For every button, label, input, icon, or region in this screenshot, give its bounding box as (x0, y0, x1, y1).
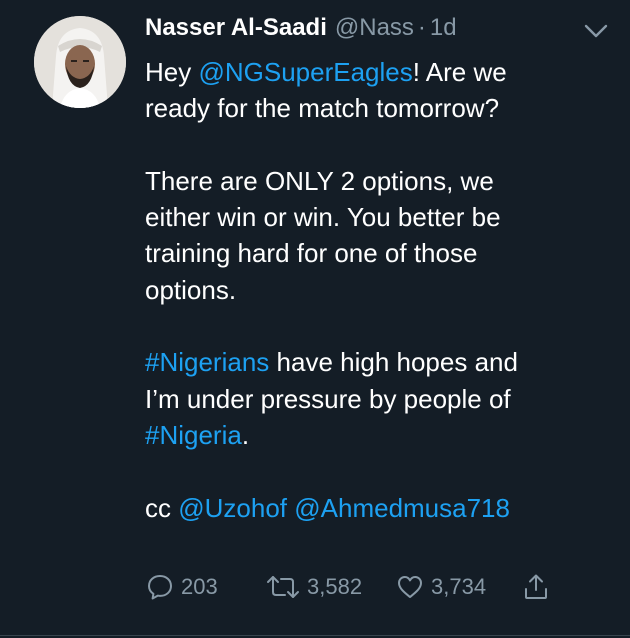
tweet-line: I’m under pressure by people of (145, 383, 511, 414)
like-icon (395, 572, 425, 602)
tweet-line: training hard for one of those (145, 238, 478, 269)
tweet-line: options. (145, 274, 237, 305)
tweet-line: #Nigerians have high hopes and (145, 344, 615, 380)
hashtag-link[interactable]: #Nigeria (145, 420, 242, 450)
text-segment: Hey (145, 57, 199, 87)
tweet-text: Hey @NGSuperEagles! Are we ready for the… (145, 54, 615, 526)
text-segment: cc (145, 492, 179, 523)
reply-count: 203 (181, 574, 218, 599)
tweet-line: Hey @NGSuperEagles! Are we (145, 54, 615, 90)
reply-icon (145, 572, 175, 602)
separator-dot: · (417, 14, 426, 41)
mention-link[interactable]: @Ahmedmusa718 (294, 493, 510, 523)
share-icon (521, 572, 551, 602)
tweet[interactable]: Nasser Al-Saadi @Nass · 1d Hey @NGSuperE… (0, 0, 630, 638)
chevron-down-icon[interactable] (583, 22, 609, 40)
hashtag-link[interactable]: #Nigerians (145, 347, 269, 377)
retweet-button[interactable]: 3,582 (265, 572, 395, 602)
retweet-count: 3,582 (307, 574, 363, 599)
avatar[interactable] (34, 16, 126, 108)
divider (0, 635, 630, 636)
text-segment: have high hopes and (269, 347, 518, 378)
avatar-image (34, 16, 126, 108)
timestamp[interactable]: 1d (430, 14, 457, 42)
tweet-line: either win or win. You better be (145, 202, 501, 233)
mention-link[interactable]: @NGSuperEagles (198, 57, 412, 87)
tweet-line: There are ONLY 2 options, we (145, 165, 494, 196)
reply-button[interactable]: 203 (145, 572, 265, 602)
text-segment: ! Are we (412, 57, 507, 87)
tweet-header: Nasser Al-Saadi @Nass · 1d (145, 14, 457, 44)
mention-link[interactable]: @Uzohof (178, 493, 287, 523)
like-count: 3,734 (431, 574, 487, 599)
retweet-icon (265, 572, 301, 602)
author-handle[interactable]: @Nass (335, 14, 414, 42)
tweet-line: #Nigeria. (145, 417, 615, 453)
tweet-actions: 203 3,582 3,734 (145, 570, 551, 604)
text-segment: . (241, 419, 250, 450)
like-button[interactable]: 3,734 (395, 572, 521, 602)
share-button[interactable] (521, 572, 551, 602)
author-name[interactable]: Nasser Al-Saadi (145, 14, 327, 42)
tweet-line: ready for the match tomorrow? (145, 93, 500, 124)
tweet-line: cc @Uzohof @Ahmedmusa718 (145, 490, 615, 526)
